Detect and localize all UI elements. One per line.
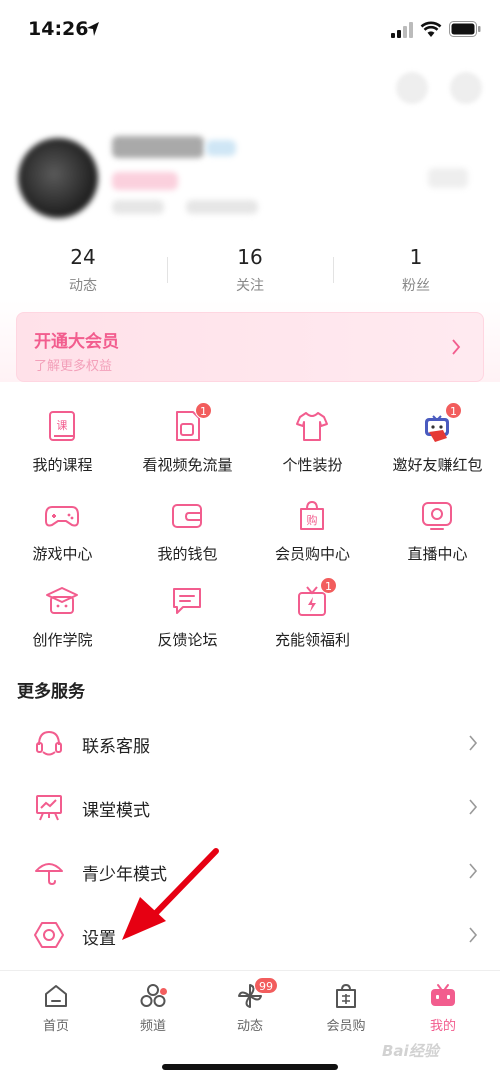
location-arrow-icon (87, 22, 99, 36)
watermark: Bai经验 (382, 1042, 439, 1060)
tab-label: 会员购 (326, 1019, 366, 1034)
vip-title: 开通大会员 (34, 332, 119, 352)
signal-icon (391, 22, 413, 38)
tab-badge: 99 (254, 977, 278, 994)
notification-badge: 1 (445, 402, 462, 419)
service-label: 我的课程 (32, 456, 93, 474)
stat-dynamics[interactable]: 24 动态 (0, 245, 166, 295)
stat-label: 粉丝 (402, 278, 430, 294)
vip-banner[interactable]: 开通大会员 了解更多权益 (16, 312, 484, 382)
tab-mine[interactable]: 我的 (403, 981, 483, 1034)
channels-icon (140, 984, 166, 1007)
stat-label: 动态 (69, 278, 97, 294)
umbrella-icon (35, 863, 63, 886)
course-book-icon: 课 (44, 408, 80, 444)
gamepad-icon (44, 497, 80, 533)
tab-dynamics[interactable]: 99 动态 (210, 977, 290, 1034)
notification-dot (160, 988, 167, 995)
tab-label: 频道 (139, 1019, 166, 1034)
tshirt-icon (294, 408, 330, 444)
settings-hexagon-icon (34, 922, 64, 948)
service-item[interactable]: 游戏中心 (0, 497, 125, 577)
vip-subtitle: 了解更多权益 (34, 359, 113, 374)
service-item[interactable]: 1 充能领福利 (250, 577, 375, 663)
tab-member-shop[interactable]: 会员购 (306, 981, 386, 1034)
more-service-label: 设置 (82, 929, 116, 949)
stat-value: 16 (237, 245, 263, 269)
more-service-label: 联系客服 (82, 737, 150, 757)
chevron-right-icon (469, 927, 478, 943)
theme-icon[interactable] (450, 72, 482, 104)
coin-info-blurred (112, 200, 164, 214)
service-label: 创作学院 (32, 631, 93, 649)
service-item[interactable]: 直播中心 (375, 497, 500, 577)
chat-bubble-icon (169, 583, 205, 619)
service-label: 我的钱包 (157, 545, 218, 563)
service-item[interactable]: 反馈论坛 (125, 583, 250, 663)
notification-badge: 1 (320, 577, 337, 594)
graduation-cap-icon (44, 583, 80, 619)
service-label: 邀好友赚红包 (392, 456, 483, 474)
tab-home[interactable]: 首页 (16, 981, 96, 1034)
service-item[interactable]: 我的钱包 (125, 497, 250, 577)
chevron-right-icon (452, 339, 461, 355)
stat-fans[interactable]: 1 粉丝 (333, 245, 499, 295)
tab-label: 首页 (42, 1019, 69, 1034)
member-tag-blurred (112, 172, 178, 190)
avatar[interactable] (18, 138, 98, 218)
service-item[interactable]: 课我的课程 (0, 408, 125, 488)
service-item[interactable]: 创作学院 (0, 583, 125, 663)
service-item[interactable]: 1 看视频免流量 (125, 402, 250, 488)
headset-icon (36, 730, 62, 756)
stats-row: 24 动态 16 关注 1 粉丝 (0, 245, 500, 295)
service-item[interactable]: 个性装扮 (250, 408, 375, 488)
classroom-board-icon (36, 795, 62, 821)
chevron-right-icon (469, 863, 478, 879)
tv-face-icon (431, 984, 455, 1006)
level-badge-blurred (206, 140, 236, 156)
more-services-title: 更多服务 (17, 682, 85, 702)
stat-value: 24 (70, 245, 96, 269)
more-service-row[interactable]: 联系客服 (0, 715, 500, 775)
chevron-right-icon (469, 799, 478, 815)
svg-text:购: 购 (307, 513, 318, 527)
service-label: 个性装扮 (282, 456, 343, 474)
bcoin-info-blurred (186, 200, 258, 214)
stat-following[interactable]: 16 关注 (167, 245, 333, 295)
service-item[interactable]: 购会员购中心 (250, 497, 375, 577)
status-bar: 14:26 (0, 0, 500, 60)
battery-icon (449, 21, 481, 37)
stat-label: 关注 (236, 278, 264, 294)
service-label: 游戏中心 (32, 545, 93, 563)
tab-channels[interactable]: 频道 (113, 981, 193, 1034)
space-link-blurred[interactable] (428, 168, 468, 188)
annotation-arrow (122, 848, 219, 940)
service-label: 反馈论坛 (157, 631, 218, 649)
home-indicator (162, 1064, 338, 1070)
service-label: 会员购中心 (274, 545, 350, 563)
service-label: 直播中心 (407, 545, 468, 563)
username-blurred (112, 136, 204, 158)
wallet-icon (169, 497, 205, 533)
status-time: 14:26 (28, 18, 89, 40)
tab-label: 动态 (236, 1019, 263, 1034)
svg-text:课: 课 (57, 419, 68, 432)
scan-icon[interactable] (396, 72, 428, 104)
shop-bag-icon (336, 983, 356, 1008)
notification-badge: 1 (195, 402, 212, 419)
service-label: 看视频免流量 (142, 456, 233, 474)
more-service-label: 课堂模式 (82, 801, 150, 821)
chevron-right-icon (469, 735, 478, 751)
service-item[interactable]: 1 邀好友赚红包 (375, 402, 500, 488)
shopping-bag-icon: 购 (294, 497, 330, 533)
wifi-icon (420, 21, 442, 37)
live-tv-icon (419, 497, 455, 533)
tab-label: 我的 (429, 1019, 456, 1034)
more-service-row[interactable]: 课堂模式 (0, 779, 500, 839)
stat-value: 1 (409, 245, 423, 269)
service-label: 充能领福利 (274, 631, 350, 649)
more-service-row[interactable]: 青少年模式 (0, 843, 500, 903)
more-service-row[interactable]: 设置 (0, 907, 500, 967)
home-icon (45, 985, 67, 1007)
